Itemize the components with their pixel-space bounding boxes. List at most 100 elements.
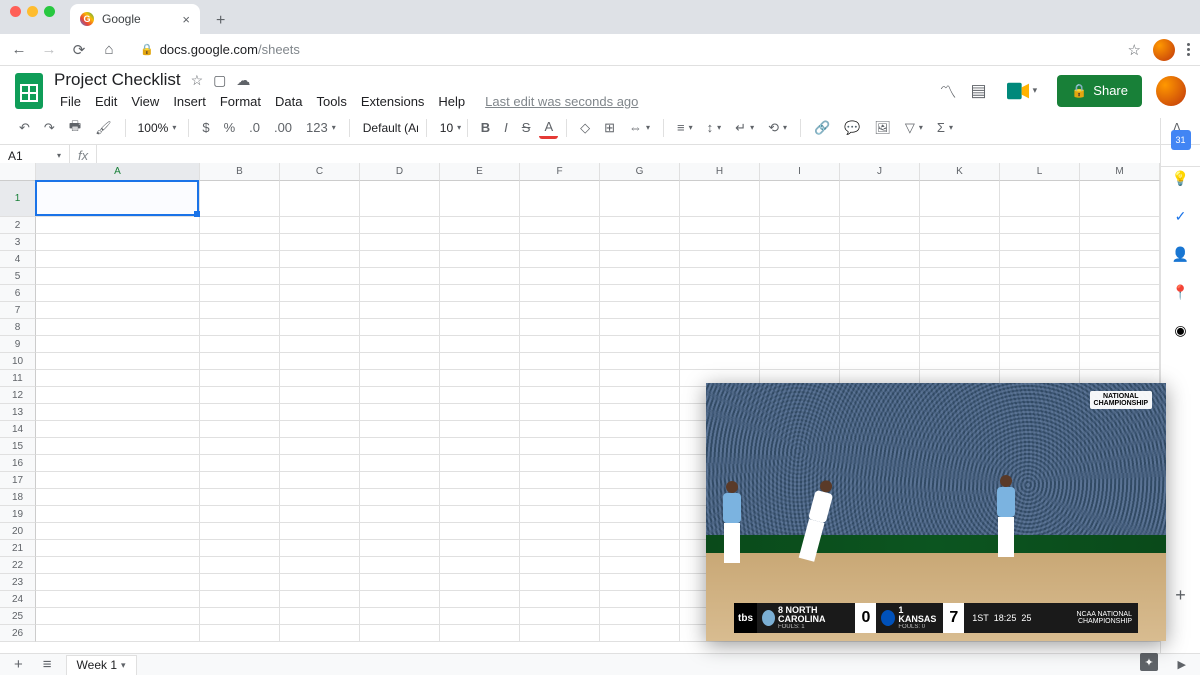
h-align-icon[interactable]: ≡ xyxy=(672,117,698,138)
cell[interactable] xyxy=(1000,251,1080,268)
cell[interactable] xyxy=(360,472,440,489)
cell[interactable] xyxy=(360,370,440,387)
cell[interactable] xyxy=(600,353,680,370)
url-field[interactable]: 🔒 docs.google.com/sheets xyxy=(130,42,1116,57)
cell[interactable] xyxy=(440,268,520,285)
decrease-decimal-icon[interactable]: .0 xyxy=(244,117,265,138)
cell[interactable] xyxy=(520,251,600,268)
col-header[interactable]: K xyxy=(920,163,1000,181)
menu-file[interactable]: File xyxy=(54,92,87,111)
cell[interactable] xyxy=(1080,234,1160,251)
row-header[interactable]: 23 xyxy=(0,574,36,591)
increase-decimal-icon[interactable]: .00 xyxy=(269,117,297,138)
rotate-icon[interactable]: ⟲ xyxy=(763,117,792,139)
v-align-icon[interactable]: ↕ xyxy=(702,117,727,138)
cell[interactable] xyxy=(360,438,440,455)
cell[interactable] xyxy=(1000,181,1080,217)
cell[interactable] xyxy=(1000,353,1080,370)
fill-color-icon[interactable]: ◇ xyxy=(575,117,595,139)
col-header[interactable]: D xyxy=(360,163,440,181)
cell[interactable] xyxy=(36,285,200,302)
cell[interactable] xyxy=(440,421,520,438)
cell[interactable] xyxy=(280,506,360,523)
cell[interactable] xyxy=(520,234,600,251)
cell[interactable] xyxy=(280,319,360,336)
insert-image-icon[interactable]: 🖼 xyxy=(869,117,896,139)
cell[interactable] xyxy=(840,302,920,319)
account-avatar[interactable] xyxy=(1156,76,1186,106)
borders-icon[interactable]: ⊞ xyxy=(599,117,620,139)
row-header[interactable]: 16 xyxy=(0,455,36,472)
cloud-status-icon[interactable]: ☁ xyxy=(236,72,250,89)
cell[interactable] xyxy=(36,181,200,217)
contacts-icon[interactable]: 👤 xyxy=(1171,244,1191,264)
cell[interactable] xyxy=(440,336,520,353)
cell[interactable] xyxy=(680,234,760,251)
percent-icon[interactable]: % xyxy=(219,117,241,138)
menu-tools[interactable]: Tools xyxy=(310,92,352,111)
cell[interactable] xyxy=(440,404,520,421)
cell[interactable] xyxy=(440,285,520,302)
move-icon[interactable]: ▢ xyxy=(213,72,226,89)
cell[interactable] xyxy=(36,268,200,285)
cell[interactable] xyxy=(440,387,520,404)
link-icon[interactable]: 🔗 xyxy=(809,117,835,139)
cell[interactable] xyxy=(36,387,200,404)
row-header[interactable]: 21 xyxy=(0,540,36,557)
cell[interactable] xyxy=(280,472,360,489)
row-header[interactable]: 4 xyxy=(0,251,36,268)
cell[interactable] xyxy=(1080,217,1160,234)
cell[interactable] xyxy=(600,285,680,302)
cell[interactable] xyxy=(200,438,280,455)
cell[interactable] xyxy=(200,285,280,302)
cell[interactable] xyxy=(280,234,360,251)
lens-icon[interactable]: ◉ xyxy=(1171,320,1191,340)
cell[interactable] xyxy=(520,455,600,472)
cell[interactable] xyxy=(600,336,680,353)
cell[interactable] xyxy=(1000,217,1080,234)
cell[interactable] xyxy=(280,489,360,506)
cell[interactable] xyxy=(760,251,840,268)
cell[interactable] xyxy=(280,591,360,608)
cell[interactable] xyxy=(200,540,280,557)
undo-icon[interactable]: ↶ xyxy=(14,117,35,139)
cell[interactable] xyxy=(920,268,1000,285)
functions-icon[interactable]: Σ xyxy=(932,117,958,138)
sheet-tab[interactable]: Week 1 ▾ xyxy=(66,655,137,675)
forward-icon[interactable]: → xyxy=(40,41,58,59)
cell[interactable] xyxy=(440,251,520,268)
cell[interactable] xyxy=(200,234,280,251)
cell[interactable] xyxy=(36,557,200,574)
text-color-icon[interactable]: A xyxy=(539,117,558,139)
cell[interactable] xyxy=(36,472,200,489)
cell[interactable] xyxy=(520,625,600,642)
star-icon[interactable]: ☆ xyxy=(191,72,204,89)
keep-icon[interactable]: 💡 xyxy=(1171,168,1191,188)
cell[interactable] xyxy=(280,217,360,234)
italic-icon[interactable]: I xyxy=(499,117,513,138)
cell[interactable] xyxy=(200,557,280,574)
cell[interactable] xyxy=(200,472,280,489)
last-edit-status[interactable]: Last edit was seconds ago xyxy=(479,92,644,111)
cell[interactable] xyxy=(520,370,600,387)
cell[interactable] xyxy=(520,489,600,506)
cell[interactable] xyxy=(200,268,280,285)
cell[interactable] xyxy=(520,181,600,217)
cell[interactable] xyxy=(1080,251,1160,268)
cell[interactable] xyxy=(600,438,680,455)
col-header[interactable]: M xyxy=(1080,163,1160,181)
cell[interactable] xyxy=(360,217,440,234)
cell[interactable] xyxy=(36,455,200,472)
cell[interactable] xyxy=(1000,285,1080,302)
cell[interactable] xyxy=(520,404,600,421)
cell[interactable] xyxy=(600,404,680,421)
cell[interactable] xyxy=(680,181,760,217)
cell[interactable] xyxy=(1000,268,1080,285)
reload-icon[interactable]: ⟳ xyxy=(70,41,88,59)
cell[interactable] xyxy=(360,387,440,404)
cell[interactable] xyxy=(600,455,680,472)
cell[interactable] xyxy=(200,404,280,421)
col-header[interactable]: H xyxy=(680,163,760,181)
all-sheets-button[interactable]: ≡ xyxy=(37,656,58,673)
menu-help[interactable]: Help xyxy=(432,92,471,111)
